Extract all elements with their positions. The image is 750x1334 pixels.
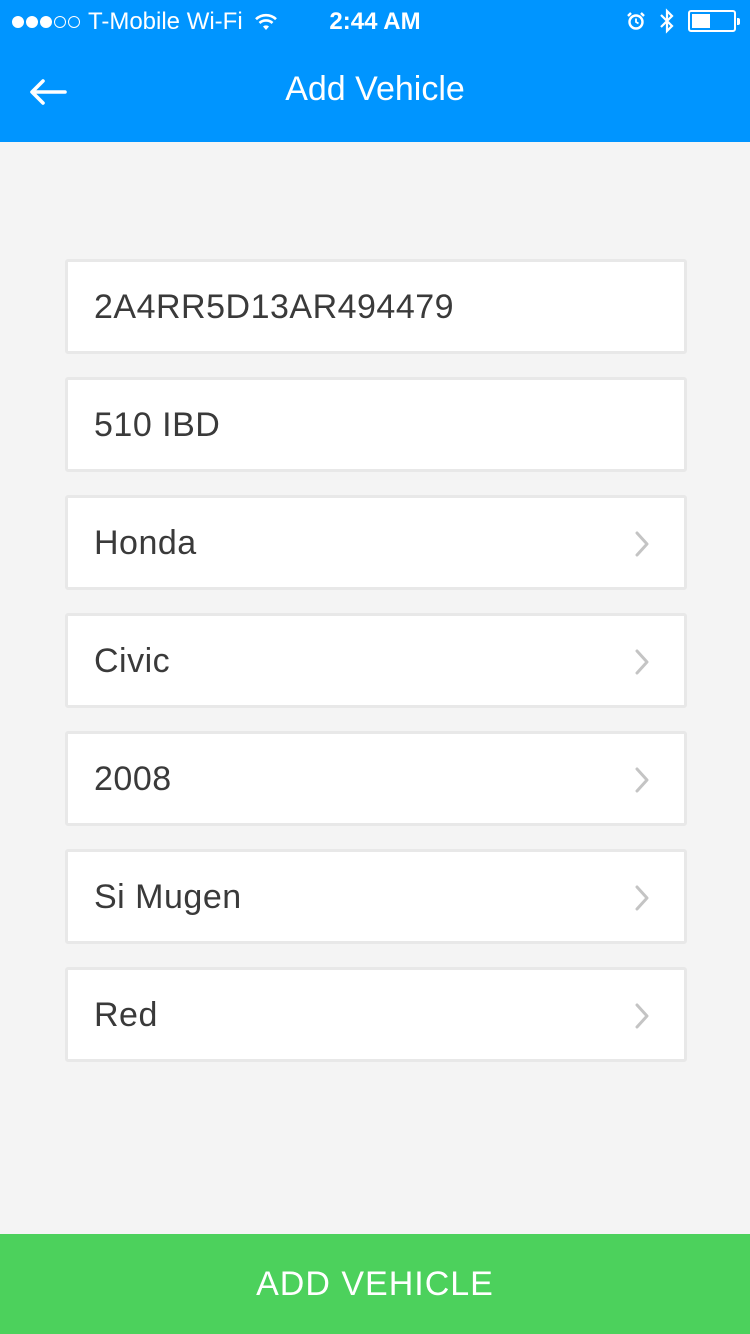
- trim-value: Si Mugen: [94, 878, 242, 916]
- vin-field[interactable]: 2A4RR5D13AR494479: [65, 259, 687, 354]
- vin-value: 2A4RR5D13AR494479: [94, 288, 455, 326]
- status-right: [626, 8, 740, 34]
- battery-icon: [688, 10, 740, 32]
- page-title: Add Vehicle: [285, 70, 465, 108]
- chevron-right-icon: [635, 885, 649, 911]
- make-select[interactable]: Honda: [65, 495, 687, 590]
- license-plate-value: 510 IBD: [94, 406, 221, 444]
- alarm-icon: [627, 12, 645, 30]
- chevron-right-icon: [635, 649, 649, 675]
- color-value: Red: [94, 996, 158, 1034]
- nav-bar: Add Vehicle: [0, 42, 750, 142]
- trim-select[interactable]: Si Mugen: [65, 849, 687, 944]
- color-select[interactable]: Red: [65, 967, 687, 1062]
- header: T-Mobile Wi-Fi 2:44 AM Add Vehicle: [0, 0, 750, 142]
- chevron-right-icon: [635, 531, 649, 557]
- year-select[interactable]: 2008: [65, 731, 687, 826]
- make-value: Honda: [94, 524, 197, 562]
- model-value: Civic: [94, 642, 171, 680]
- battery-fill: [692, 14, 710, 28]
- chevron-right-icon: [635, 767, 649, 793]
- add-vehicle-button[interactable]: ADD VEHICLE: [0, 1234, 750, 1334]
- chevron-right-icon: [635, 1003, 649, 1029]
- model-select[interactable]: Civic: [65, 613, 687, 708]
- year-value: 2008: [94, 760, 172, 798]
- status-bar: T-Mobile Wi-Fi 2:44 AM: [0, 0, 750, 42]
- bluetooth-icon: [660, 8, 674, 34]
- license-plate-field[interactable]: 510 IBD: [65, 377, 687, 472]
